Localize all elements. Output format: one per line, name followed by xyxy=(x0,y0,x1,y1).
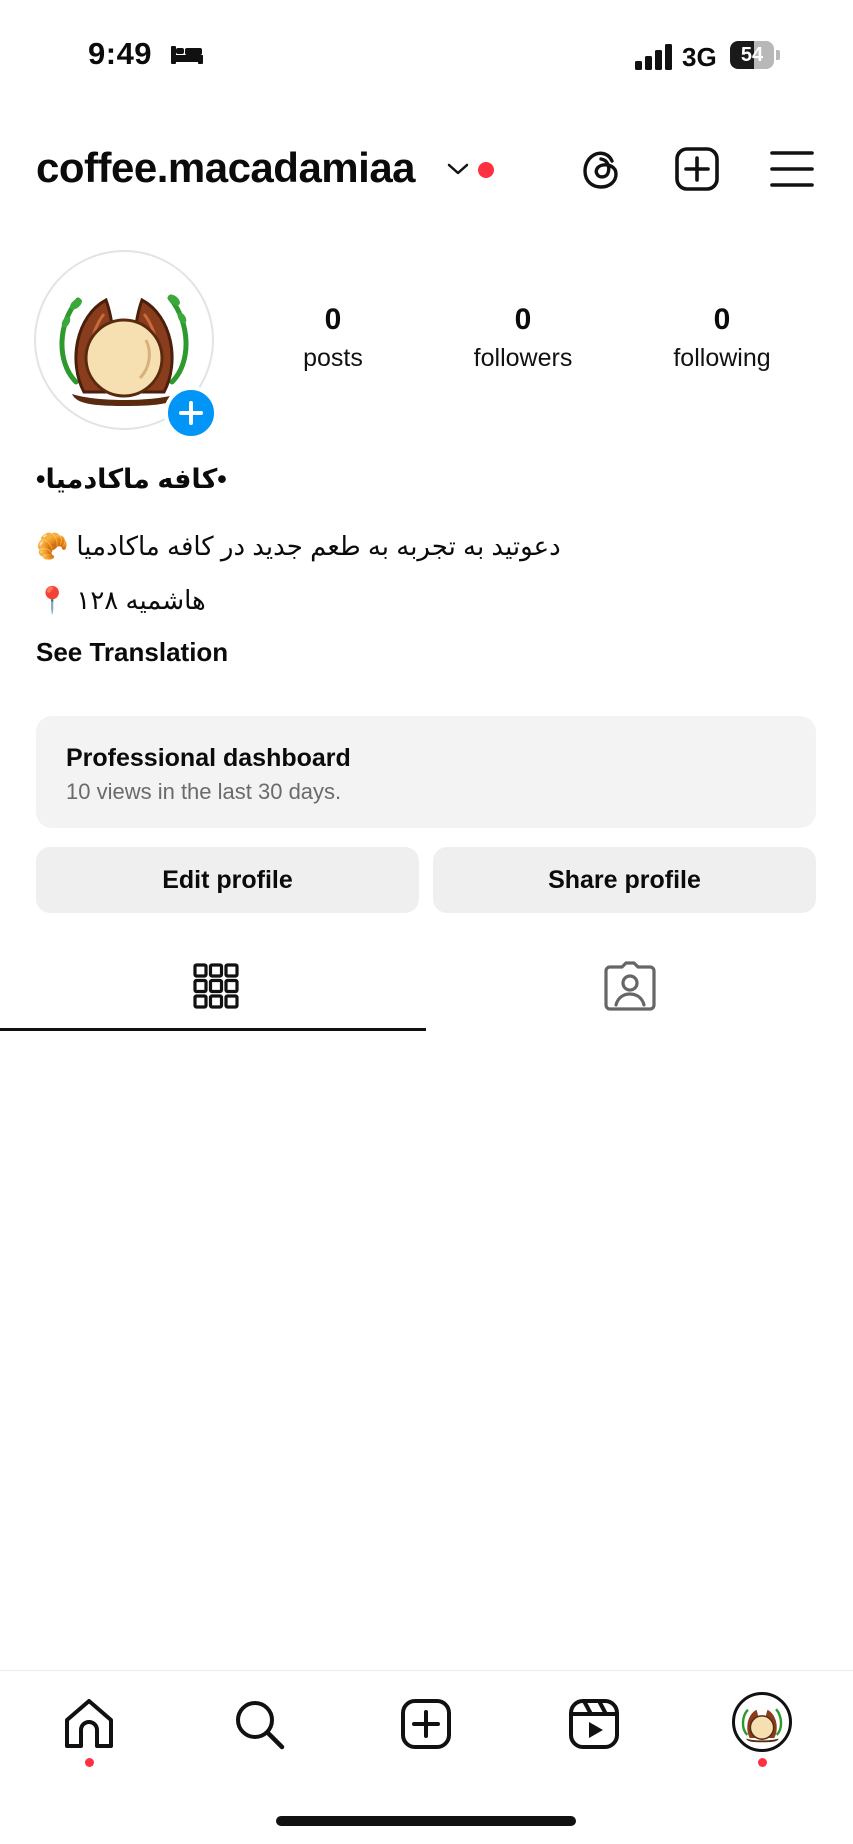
notification-dot xyxy=(478,162,494,178)
profile-avatar-container[interactable] xyxy=(34,250,218,440)
active-tab-indicator xyxy=(0,1028,426,1031)
bio-text: دعوتید به تجربه به طعم جدید در کافه ماکا… xyxy=(76,531,561,561)
bio-location-text: هاشمیه ۱۲۸ xyxy=(76,585,206,615)
grid-icon[interactable] xyxy=(193,963,239,1009)
network-label: 3G xyxy=(682,42,717,72)
macadamia-logo xyxy=(741,1708,783,1743)
followers-count: 0 xyxy=(514,303,532,336)
search-icon[interactable] xyxy=(231,1696,287,1752)
dashboard-title: Professional dashboard xyxy=(66,744,351,772)
posts-label: posts xyxy=(303,344,363,372)
username[interactable]: coffee.macadamiaa xyxy=(36,144,416,192)
posts-stat[interactable]: 0 posts xyxy=(243,300,423,376)
followers-stat[interactable]: 0 followers xyxy=(433,300,613,376)
chevron-down-icon[interactable] xyxy=(446,160,470,178)
profile-display-name: •کافه ماکادمیا• xyxy=(36,464,227,494)
share-profile-button[interactable]: Share profile xyxy=(433,847,816,913)
followers-label: followers xyxy=(473,344,573,372)
bottom-nav-divider xyxy=(0,1670,853,1671)
add-story-icon[interactable] xyxy=(164,386,218,440)
status-time: 9:49 xyxy=(88,36,153,71)
profile-tab-avatar[interactable] xyxy=(732,1692,792,1752)
create-icon[interactable] xyxy=(673,145,721,193)
see-translation-link[interactable]: See Translation xyxy=(36,637,228,668)
home-indicator[interactable] xyxy=(276,1816,576,1826)
create-icon[interactable] xyxy=(398,1696,454,1752)
professional-dashboard-card[interactable]: Professional dashboard 10 views in the l… xyxy=(36,716,816,828)
following-count: 0 xyxy=(713,303,731,336)
menu-icon[interactable] xyxy=(768,145,816,193)
bio-line: 🥐 دعوتید به تجربه به طعم جدید در کافه ما… xyxy=(36,526,561,566)
following-label: following xyxy=(673,344,771,372)
profile-notification-dot xyxy=(758,1758,767,1767)
dashboard-subtitle: 10 views in the last 30 days. xyxy=(66,779,342,804)
threads-icon[interactable] xyxy=(578,145,626,193)
bed-icon xyxy=(171,46,203,64)
battery-tip xyxy=(776,50,780,60)
tagged-icon[interactable] xyxy=(604,961,656,1011)
bio-line: 📍 هاشمیه ۱۲۸ xyxy=(36,580,206,620)
home-notification-dot xyxy=(85,1758,94,1767)
following-stat[interactable]: 0 following xyxy=(632,300,812,376)
edit-profile-button[interactable]: Edit profile xyxy=(36,847,419,913)
croissant-icon: 🥐 xyxy=(36,531,69,561)
battery-percent: 54 xyxy=(740,44,764,66)
battery-icon: 54 xyxy=(730,41,780,69)
home-icon[interactable] xyxy=(61,1696,117,1752)
location-pin-icon: 📍 xyxy=(36,585,69,615)
signal-icon xyxy=(635,44,672,70)
reels-icon[interactable] xyxy=(566,1696,622,1752)
posts-count: 0 xyxy=(324,303,342,336)
